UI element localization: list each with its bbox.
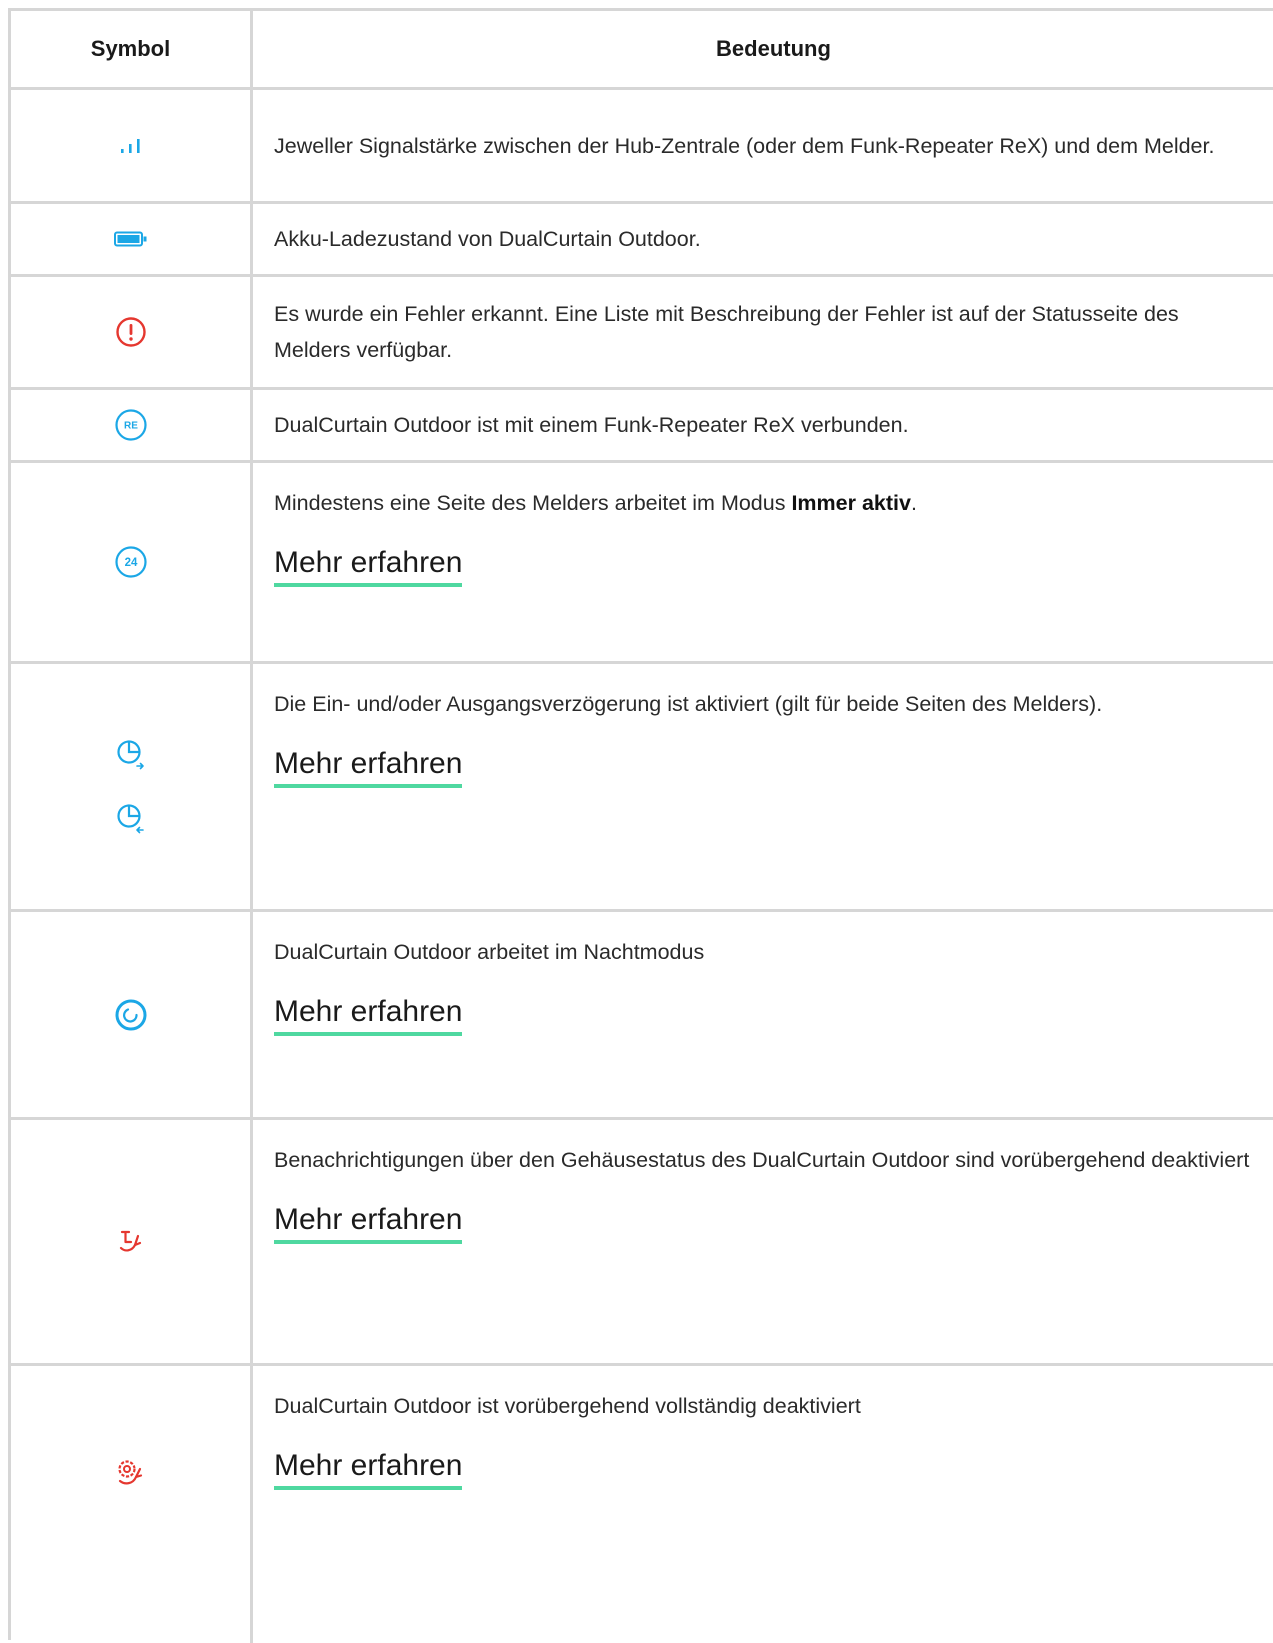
row-description: DualCurtain Outdoor arbeitet im Nachtmod… <box>274 940 705 964</box>
svg-text:RE: RE <box>124 421 138 432</box>
table-row: RE DualCurtain Outdoor ist mit einem Fun… <box>11 390 1273 463</box>
battery-icon <box>113 231 146 247</box>
learn-more-link[interactable]: Mehr erfahren <box>274 992 463 1036</box>
row-description: DualCurtain Outdoor ist mit einem Funk-R… <box>274 413 909 437</box>
svg-text:24: 24 <box>124 557 137 569</box>
night-mode-icon <box>115 999 146 1030</box>
mode-name: Immer aktiv <box>791 491 911 515</box>
row-description: Benachrichtigungen über den Gehäusestatu… <box>274 1148 1250 1172</box>
always-active-24-icon: 24 <box>114 546 147 578</box>
symbol-table: Symbol Bedeutung Jeweller Signalstärke z… <box>8 8 1273 1643</box>
table-row: Es wurde ein Fehler erkannt. Eine Liste … <box>11 277 1273 390</box>
table-row: Akku-Ladezustand von DualCurtain Outdoor… <box>11 204 1273 277</box>
header-symbol: Symbol <box>90 36 171 61</box>
row-description: Akku-Ladezustand von DualCurtain Outdoor… <box>274 227 701 251</box>
row-description: Es wurde ein Fehler erkannt. Eine Liste … <box>274 302 1179 362</box>
table-row: DualCurtain Outdoor ist vorübergehend vo… <box>11 1366 1273 1643</box>
row-description: Die Ein- und/oder Ausgangsverzögerung is… <box>274 692 1103 716</box>
learn-more-link[interactable]: Mehr erfahren <box>274 1200 463 1244</box>
table-row: Die Ein- und/oder Ausgangsverzögerung is… <box>11 664 1273 912</box>
table-header-row: Symbol Bedeutung <box>11 11 1273 90</box>
header-meaning: Bedeutung <box>716 36 831 61</box>
learn-more-link[interactable]: Mehr erfahren <box>274 1446 463 1490</box>
error-icon <box>115 317 146 347</box>
tamper-disabled-icon <box>119 1230 141 1251</box>
signal-strength-icon <box>120 138 140 153</box>
entry-delay-icon <box>116 739 144 769</box>
table-row: Jeweller Signalstärke zwischen der Hub-Z… <box>11 90 1273 204</box>
row-description: Jeweller Signalstärke zwischen der Hub-Z… <box>274 133 1215 158</box>
row-description: Mindestens eine Seite des Melders arbeit… <box>274 491 917 515</box>
table-row: DualCurtain Outdoor arbeitet im Nachtmod… <box>11 912 1273 1120</box>
device-disabled-icon <box>117 1459 142 1484</box>
row-description: DualCurtain Outdoor ist vorübergehend vo… <box>274 1394 861 1418</box>
exit-delay-icon <box>116 803 144 833</box>
repeater-re-icon: RE <box>114 409 147 441</box>
learn-more-link[interactable]: Mehr erfahren <box>274 543 463 587</box>
learn-more-link[interactable]: Mehr erfahren <box>274 744 463 788</box>
table-row: Benachrichtigungen über den Gehäusestatu… <box>11 1120 1273 1366</box>
table-row: 24 Mindestens eine Seite des Melders arb… <box>11 463 1273 664</box>
